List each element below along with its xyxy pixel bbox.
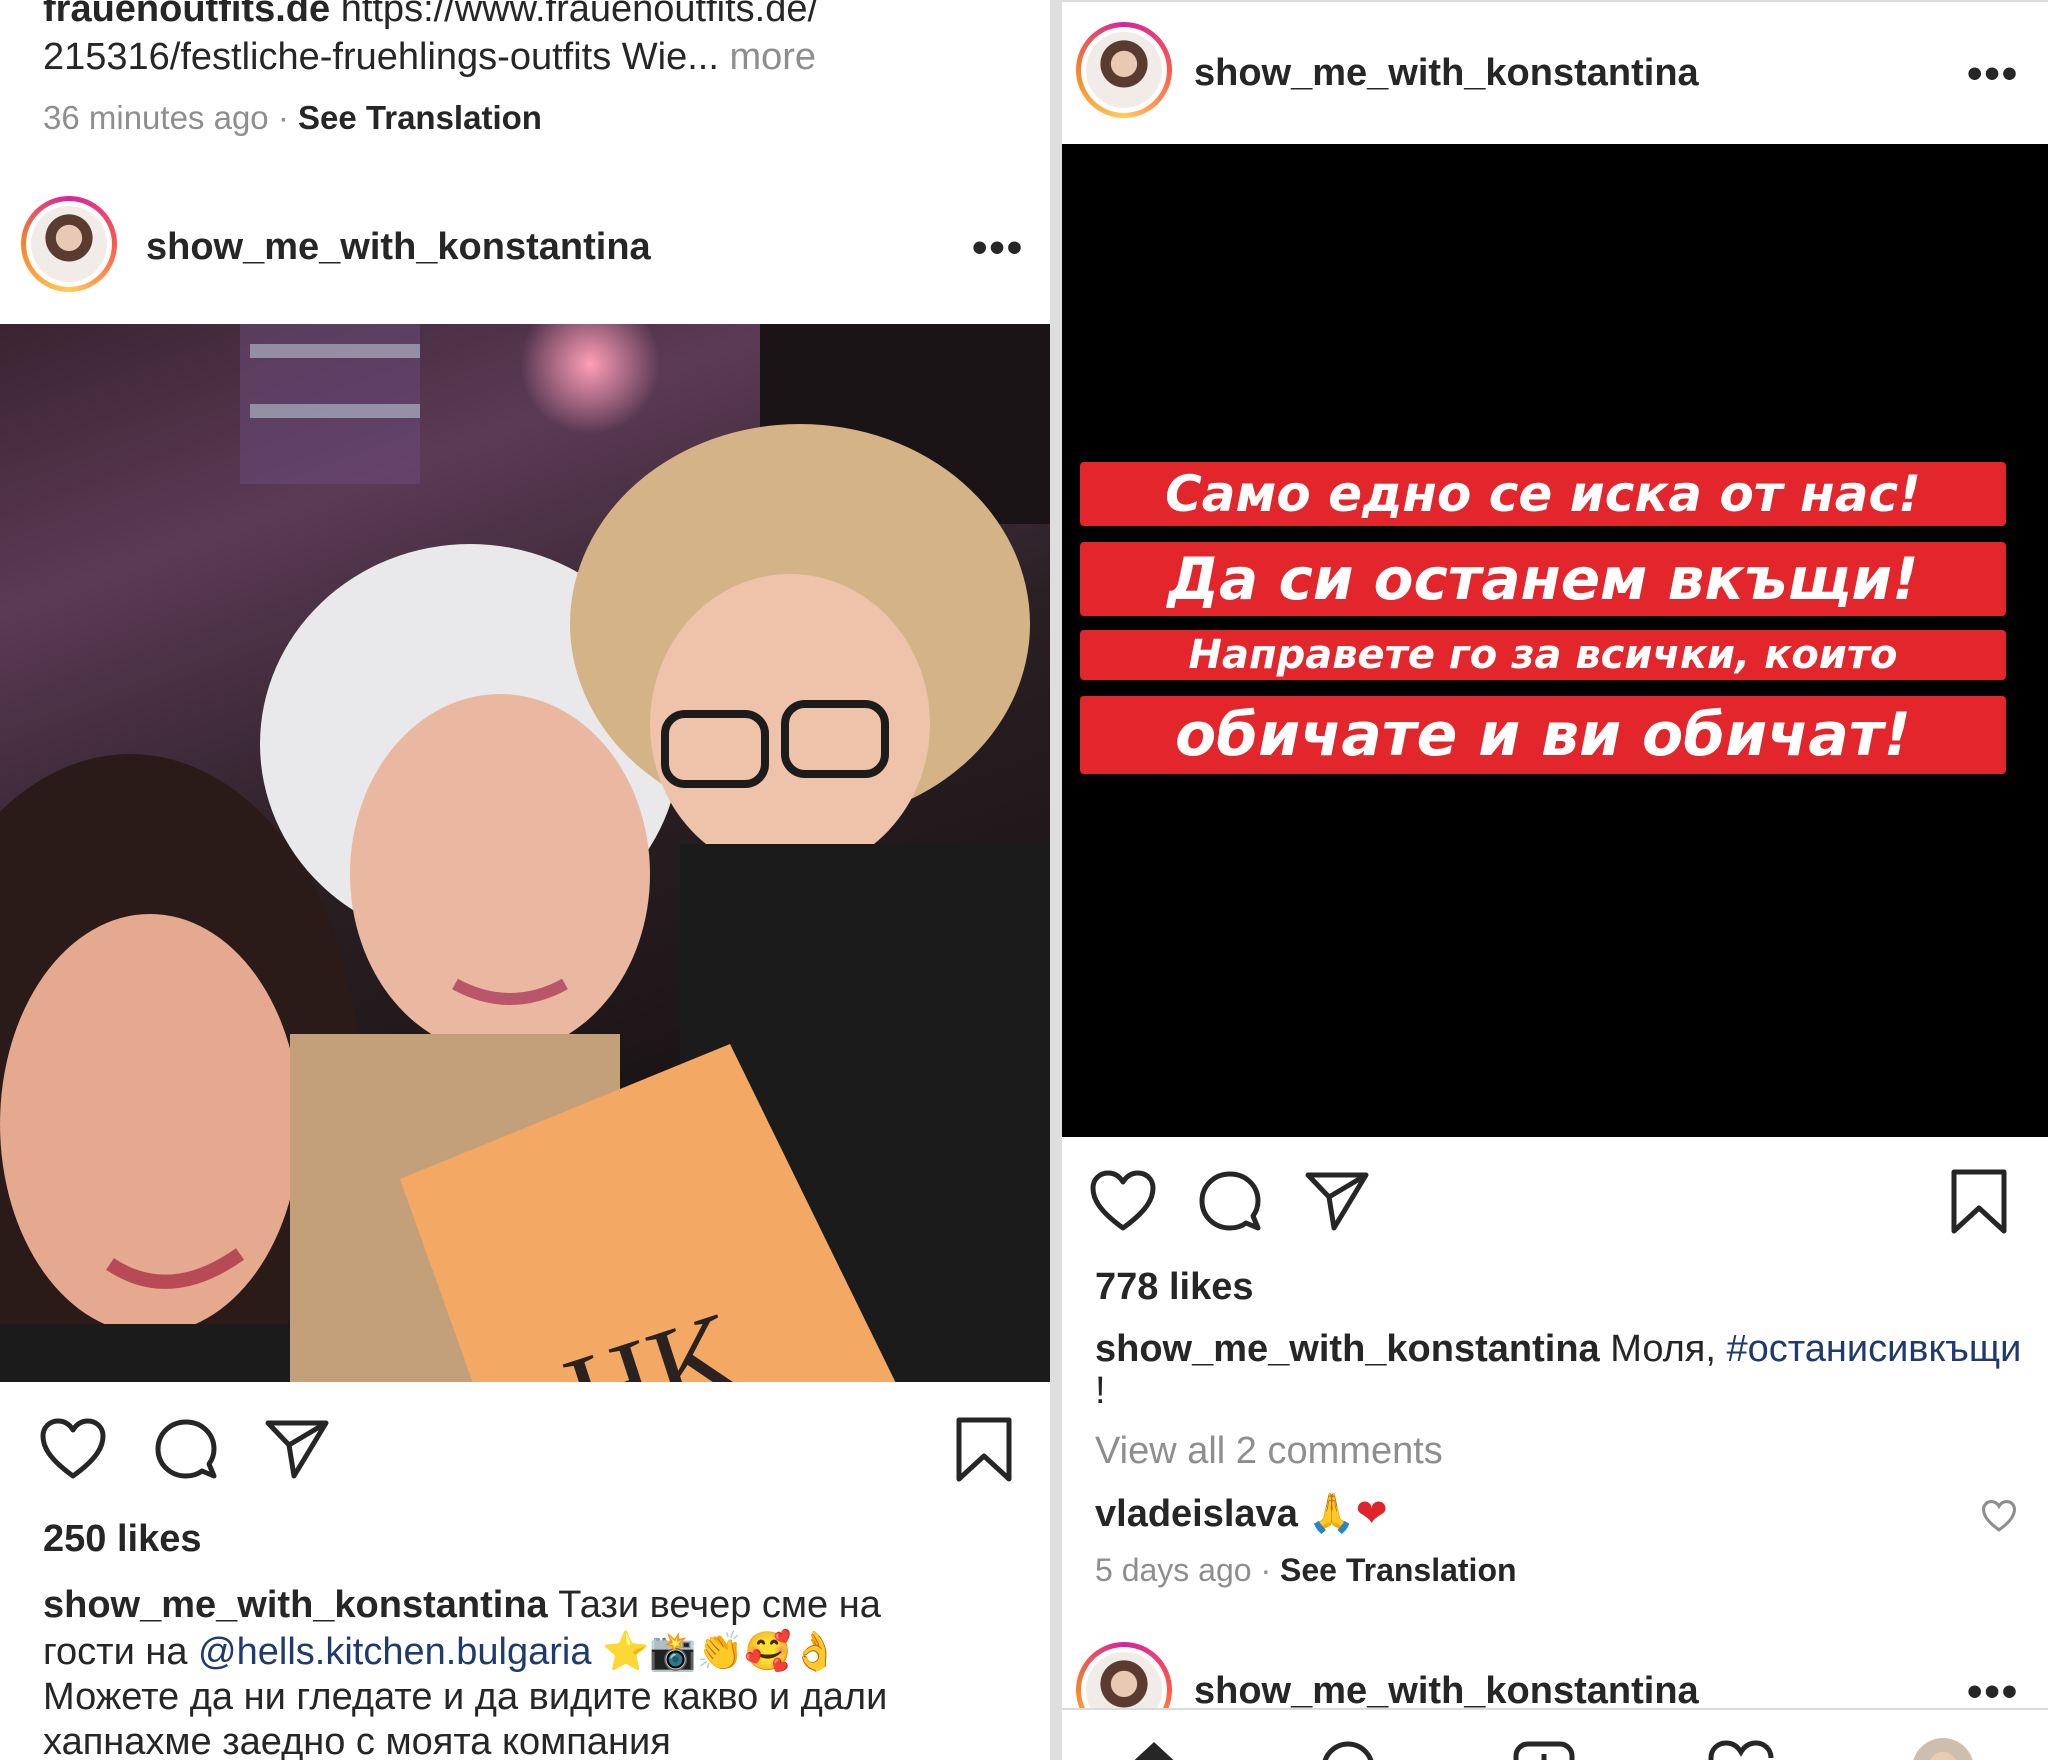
activity-heart-icon[interactable] <box>1708 1740 1774 1760</box>
post-username[interactable]: show_me_with_konstantina <box>146 224 651 270</box>
prev-caption-line1: frauenoutfits.de https://www.frauenoutfi… <box>43 0 818 32</box>
see-translation-link[interactable]: See Translation <box>298 99 542 136</box>
caption-line4: хапнахме заедно с моята компания <box>43 1721 671 1760</box>
banner-line-4: обичате и ви обичат! <box>1080 696 2006 774</box>
caption-line2: гости на @hells.kitchen.bulgaria ⭐📸👏🥰👌 <box>43 1628 839 1675</box>
hashtag-link[interactable]: #останисивкъщи <box>1726 1328 2021 1370</box>
like-heart-icon[interactable] <box>40 1418 106 1480</box>
new-post-icon[interactable] <box>1512 1740 1576 1760</box>
post-meta: 5 days ago · See Translation <box>1095 1550 1517 1590</box>
more-options-icon[interactable]: ••• <box>1967 1670 2019 1714</box>
comment-like-heart-icon[interactable] <box>1982 1500 2016 1532</box>
home-icon[interactable] <box>1124 1738 1184 1760</box>
save-bookmark-icon[interactable] <box>955 1416 1013 1484</box>
avatar[interactable] <box>1076 22 1172 118</box>
comment-icon[interactable] <box>154 1418 218 1482</box>
post-timestamp: 36 minutes ago <box>43 99 269 136</box>
caption-username[interactable]: show_me_with_konstantina <box>43 1584 548 1626</box>
prev-post-meta: 36 minutes ago · See Translation <box>43 98 542 138</box>
caption-end: ! <box>1095 1370 1106 1412</box>
banner-line-1: Само едно се иска от нас! <box>1080 462 2006 526</box>
meta-separator: · <box>277 99 289 136</box>
likes-count[interactable]: 250 likes <box>43 1516 201 1562</box>
more-options-icon[interactable]: ••• <box>1967 52 2019 96</box>
prev-caption-text: 215316/festliche-fruehlings-outfits Wie.… <box>43 36 719 78</box>
profile-avatar-tab[interactable] <box>1912 1738 1974 1760</box>
share-direct-icon[interactable] <box>264 1418 330 1480</box>
prev-caption-line2: 215316/festliche-fruehlings-outfits Wie.… <box>43 34 816 80</box>
post-username[interactable]: show_me_with_konstantina <box>1194 50 1699 96</box>
post-timestamp: 5 days ago <box>1095 1552 1252 1588</box>
search-icon[interactable] <box>1318 1740 1378 1760</box>
mention-link[interactable]: @hells.kitchen.bulgaria <box>198 1631 591 1673</box>
pane-divider <box>1050 0 1062 1760</box>
avatar[interactable] <box>21 196 117 292</box>
caption-username[interactable]: show_me_with_konstantina <box>1095 1328 1600 1370</box>
more-link[interactable]: more <box>729 36 816 78</box>
likes-count[interactable]: 778 likes <box>1095 1264 1253 1310</box>
banner-line-2: Да си останем вкъщи! <box>1080 542 2006 616</box>
right-feed-pane[interactable]: show_me_with_konstantina ••• Само едно с… <box>1062 0 2048 1760</box>
caption-text: гости на <box>43 1631 188 1673</box>
caption-text: Моля, <box>1610 1328 1716 1370</box>
caption-line1: show_me_with_konstantina Моля, #останиси… <box>1095 1326 2021 1372</box>
caption-emojis: ⭐📸👏🥰👌 <box>602 1629 839 1673</box>
post-photo-illustration: HK <box>0 324 1050 1382</box>
share-direct-icon[interactable] <box>1304 1170 1370 1232</box>
comment-icon[interactable] <box>1198 1170 1262 1234</box>
like-heart-icon[interactable] <box>1090 1170 1156 1232</box>
save-bookmark-icon[interactable] <box>1950 1168 2008 1236</box>
prev-caption-user[interactable]: frauenoutfits.de <box>43 0 330 30</box>
caption-text: Тази вечер сме на <box>558 1584 881 1626</box>
bottom-tab-bar <box>1062 1708 2048 1760</box>
see-translation-link[interactable]: See Translation <box>1280 1552 1517 1588</box>
prev-caption-url[interactable]: https://www.frauenoutfits.de/ <box>341 0 818 30</box>
post-image-text-banner[interactable]: Само едно се иска от нас! Да си останем … <box>1062 144 2048 1137</box>
left-feed-pane[interactable]: frauenoutfits.de https://www.frauenoutfi… <box>0 0 1050 1760</box>
meta-separator: · <box>1260 1552 1272 1588</box>
caption-line1: show_me_with_konstantina Тази вечер сме … <box>43 1582 881 1628</box>
view-all-comments-link[interactable]: View all 2 comments <box>1095 1428 1443 1474</box>
banner-line-3: Направете го за всички, които <box>1080 630 2006 680</box>
top-edge <box>1062 0 2048 2</box>
post-photo[interactable]: HK <box>0 324 1050 1382</box>
comment-row: vladeislava 🙏❤ <box>1095 1490 1388 1537</box>
caption-line3: Можете да ни гледате и да видите какво и… <box>43 1676 888 1718</box>
comment-username[interactable]: vladeislava <box>1095 1493 1298 1535</box>
more-options-icon[interactable]: ••• <box>972 226 1024 270</box>
comment-emojis: 🙏❤ <box>1308 1491 1388 1535</box>
